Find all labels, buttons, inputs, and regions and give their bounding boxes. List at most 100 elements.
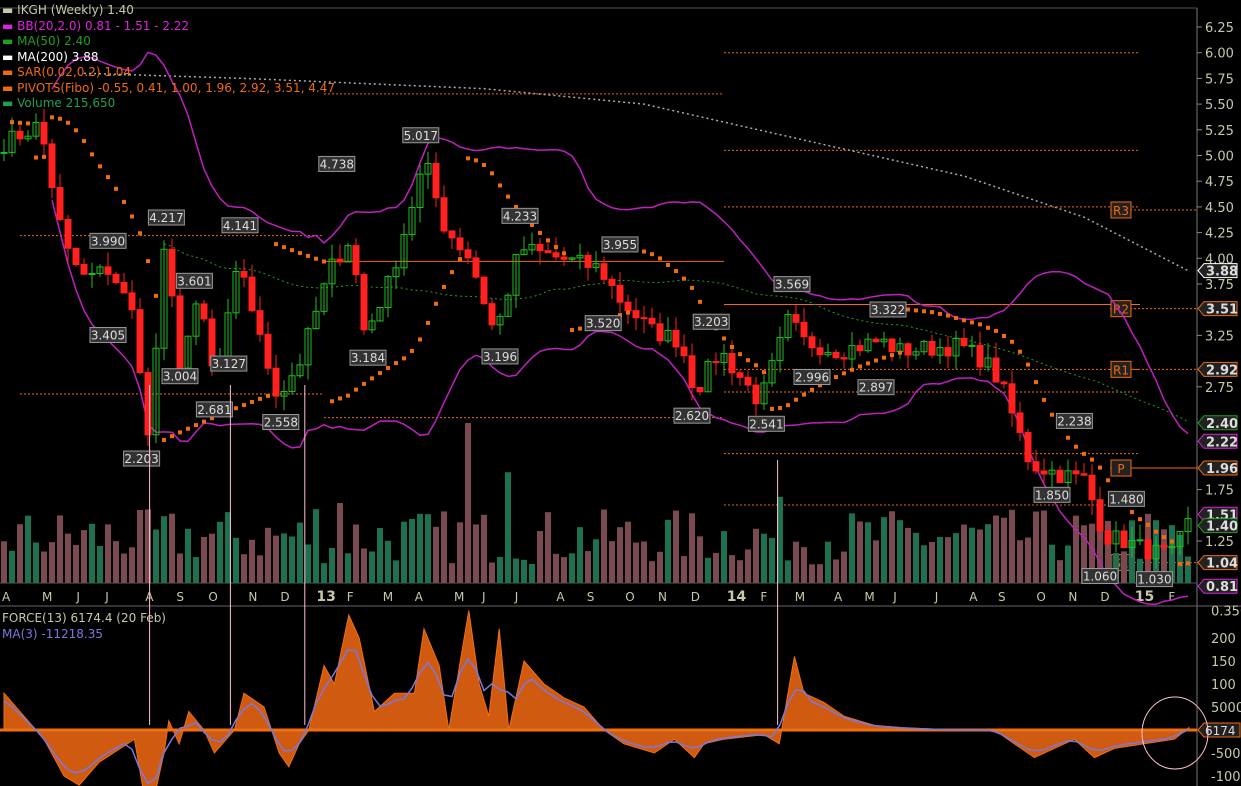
price-tag-label: 3.51 — [1206, 303, 1238, 318]
volume-bar — [33, 542, 39, 583]
volume-bar — [593, 539, 599, 583]
x-month-label: F — [347, 590, 354, 604]
swing-label: 2.897 — [859, 381, 893, 395]
volume-bar — [185, 528, 191, 583]
volume-bar — [321, 563, 327, 583]
sar-dot — [42, 154, 46, 159]
sar-dot — [738, 352, 742, 357]
candle-body — [112, 273, 120, 284]
sar-dot — [274, 242, 278, 247]
volume-bar — [313, 509, 319, 583]
price-tag-label: 3.88 — [1206, 265, 1238, 280]
volume-bar — [417, 513, 423, 583]
x-month-label: S — [587, 590, 595, 604]
sar-dot — [722, 336, 726, 341]
candle-body — [816, 347, 824, 356]
pivot-label: R1 — [1113, 363, 1129, 377]
volume-bar — [601, 509, 607, 583]
candle-body — [1016, 412, 1024, 433]
sar-dot — [1034, 380, 1038, 385]
sar-dot — [538, 230, 542, 235]
volume-bar — [465, 423, 471, 583]
volume-bar — [609, 541, 615, 583]
legend-entry: ▬ BB(20,2.0) 0.81 - 1.51 - 2.22 — [2, 18, 190, 33]
candle-body — [80, 263, 88, 275]
volume-bar — [73, 545, 79, 583]
swing-label: 2.238 — [1057, 414, 1091, 428]
sar-dot — [90, 152, 94, 157]
volume-bar — [361, 548, 367, 583]
sar-dot — [450, 270, 454, 275]
x-month-label: 14 — [727, 589, 747, 605]
sar-dot — [114, 186, 118, 191]
volume-bar — [625, 521, 631, 583]
volume-bar — [129, 547, 135, 583]
volume-bar — [481, 514, 487, 583]
swing-label: 2.558 — [264, 416, 298, 430]
force-area — [3, 610, 1190, 786]
volume-bar — [401, 521, 407, 583]
volume-bar — [457, 522, 463, 583]
candle-body — [1040, 470, 1048, 475]
x-month-label: F — [1168, 590, 1175, 604]
sar-dot — [330, 399, 334, 404]
y-tick-label: 3.25 — [1205, 329, 1234, 344]
volume-bar — [57, 515, 63, 583]
candle-body — [800, 321, 808, 338]
x-month-label: D — [280, 590, 289, 604]
sar-dot — [418, 337, 422, 342]
volume-bar — [425, 514, 431, 583]
candle-body — [616, 284, 624, 303]
candle-body — [856, 345, 864, 352]
volume-bar — [241, 554, 247, 583]
candle-body — [456, 237, 464, 251]
sar-dot — [898, 350, 902, 355]
candle-body — [72, 247, 80, 265]
candle-body — [1072, 470, 1080, 475]
legend-entry: ▬ PIVOTS(Fibo) -0.55, 0.41, 1.00, 1.96, … — [2, 80, 335, 95]
force-tag-label: 6174 — [1205, 724, 1236, 738]
volume-bar — [209, 533, 215, 583]
volume-bar — [697, 536, 703, 583]
pivot-label: P — [1117, 462, 1124, 476]
sar-dot — [106, 175, 110, 180]
volume-bar — [529, 564, 535, 583]
volume-bar — [505, 472, 511, 583]
y-tick-label: 6.00 — [1205, 47, 1234, 62]
swing-label: 3.203 — [694, 315, 728, 329]
candle-body — [64, 218, 72, 249]
x-month-label: D — [1100, 590, 1109, 604]
price-tag-label: 2.22 — [1206, 435, 1238, 450]
candle-body — [248, 276, 256, 312]
x-month-label: A — [415, 590, 424, 604]
sar-dot — [394, 361, 398, 366]
sar-dot — [1018, 349, 1022, 354]
force-ma-legend: MA(3) -11218.35 — [2, 627, 103, 641]
candle-body — [440, 197, 448, 232]
x-month-label: S — [998, 590, 1006, 604]
candle-body — [1168, 546, 1176, 549]
sar-dot — [298, 251, 302, 256]
sar-dot — [346, 393, 350, 398]
swing-label: 5.017 — [404, 129, 438, 143]
stock-chart[interactable]: 6.256.005.755.505.255.004.754.504.254.00… — [0, 0, 1241, 786]
x-month-label: A — [969, 590, 978, 604]
sar-dot — [10, 120, 14, 125]
x-month-label: A — [834, 590, 843, 604]
candle-body — [40, 121, 48, 145]
candle-body — [464, 249, 472, 259]
candle-body — [1096, 499, 1104, 532]
volume-bar — [921, 545, 927, 583]
candle-body — [1008, 383, 1016, 414]
sar-dot — [242, 403, 246, 408]
price-tag-label: 2.40 — [1206, 417, 1238, 432]
sar-dot — [426, 320, 430, 325]
price-tag-label: 1.04 — [1206, 557, 1238, 572]
x-month-label: M — [795, 590, 805, 604]
candle-body — [640, 317, 648, 320]
sar-dot — [890, 353, 894, 358]
volume-bar — [289, 536, 295, 583]
swing-label: 3.322 — [871, 303, 905, 317]
sar-dot — [138, 231, 142, 236]
legend-entry: ▬ SAR(0.02,0.2) 1.04 — [2, 65, 132, 79]
